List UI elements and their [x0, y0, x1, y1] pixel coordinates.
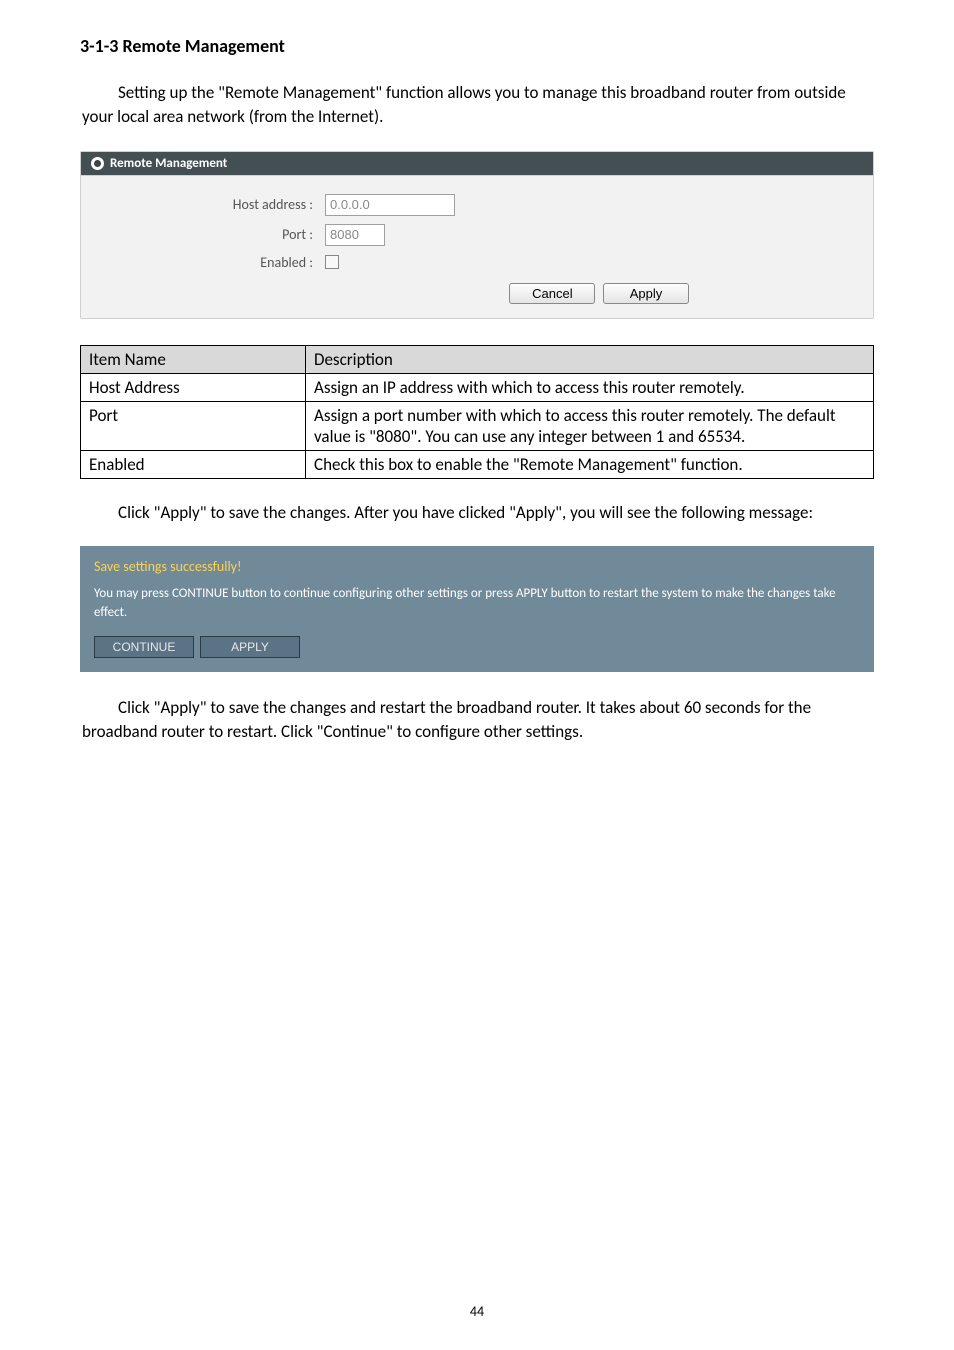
section-heading: 3-1-3 Remote Management: [80, 35, 874, 57]
port-row: Port :: [105, 224, 849, 246]
page-number: 44: [0, 1303, 954, 1320]
description-table: Item Name Description Host Address Assig…: [80, 345, 874, 479]
enabled-label: Enabled :: [105, 254, 325, 271]
cell-description: Check this box to enable the "Remote Man…: [306, 450, 874, 478]
apply-button[interactable]: Apply: [603, 283, 689, 304]
table-row: Enabled Check this box to enable the "Re…: [81, 450, 874, 478]
closing-paragraph: Click "Apply" to save the changes and re…: [80, 696, 874, 744]
cell-description: Assign an IP address with which to acces…: [306, 373, 874, 401]
apply-save-button[interactable]: APPLY: [200, 636, 300, 658]
panel-title: Remote Management: [110, 156, 227, 171]
bullet-icon: [91, 157, 104, 170]
port-label: Port :: [105, 226, 325, 243]
col-header-desc: Description: [306, 345, 874, 373]
host-address-row: Host address :: [105, 194, 849, 216]
table-row: Port Assign a port number with which to …: [81, 401, 874, 450]
cancel-button[interactable]: Cancel: [509, 283, 595, 304]
cell-item-name: Port: [81, 401, 306, 450]
save-settings-panel: Save settings successfully! You may pres…: [80, 546, 874, 671]
intro-paragraph: Setting up the "Remote Management" funct…: [80, 81, 874, 129]
panel-button-row: Cancel Apply: [105, 279, 849, 304]
host-address-label: Host address :: [105, 196, 325, 213]
panel-header: Remote Management: [81, 152, 873, 176]
table-header-row: Item Name Description: [81, 345, 874, 373]
enabled-checkbox[interactable]: [325, 255, 339, 269]
save-title: Save settings successfully!: [94, 558, 860, 575]
continue-button[interactable]: CONTINUE: [94, 636, 194, 658]
host-address-input[interactable]: [325, 194, 455, 216]
after-table-paragraph: Click "Apply" to save the changes. After…: [80, 501, 874, 525]
col-header-item: Item Name: [81, 345, 306, 373]
port-input[interactable]: [325, 224, 385, 246]
remote-management-panel: Remote Management Host address : Port : …: [80, 151, 874, 319]
cell-item-name: Host Address: [81, 373, 306, 401]
table-row: Host Address Assign an IP address with w…: [81, 373, 874, 401]
save-button-row: CONTINUE APPLY: [94, 636, 860, 658]
enabled-row: Enabled :: [105, 254, 849, 271]
cell-item-name: Enabled: [81, 450, 306, 478]
cell-description: Assign a port number with which to acces…: [306, 401, 874, 450]
save-message: You may press CONTINUE button to continu…: [94, 585, 860, 621]
panel-body: Host address : Port : Enabled : Cancel A…: [81, 176, 873, 318]
